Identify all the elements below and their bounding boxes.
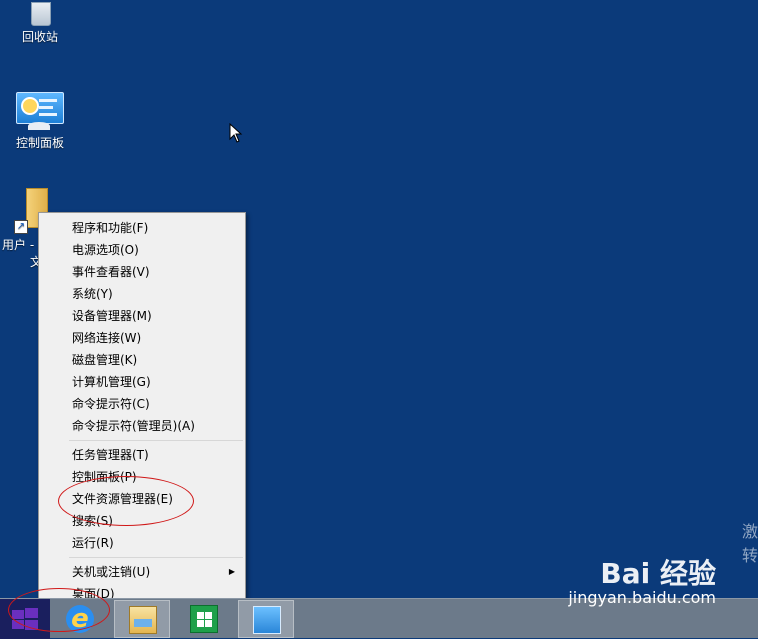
menu-item-run[interactable]: 运行(R) bbox=[39, 532, 245, 554]
menu-item-network-connections[interactable]: 网络连接(W) bbox=[39, 327, 245, 349]
control-panel-shortcut[interactable]: 控制面板 bbox=[0, 92, 80, 151]
menu-item-disk-management[interactable]: 磁盘管理(K) bbox=[39, 349, 245, 371]
taskbar-file-explorer[interactable] bbox=[114, 600, 170, 638]
menu-item-shutdown-label: 关机或注销(U) bbox=[72, 565, 151, 579]
taskbar-internet-explorer[interactable]: e bbox=[52, 600, 108, 638]
winx-context-menu: 程序和功能(F) 电源选项(O) 事件查看器(V) 系统(Y) 设备管理器(M)… bbox=[38, 212, 246, 605]
store-icon bbox=[190, 605, 218, 633]
menu-item-file-explorer[interactable]: 文件资源管理器(E) bbox=[39, 488, 245, 510]
menu-item-computer-management[interactable]: 计算机管理(G) bbox=[39, 371, 245, 393]
taskbar-store[interactable] bbox=[176, 600, 232, 638]
menu-item-event-viewer[interactable]: 事件查看器(V) bbox=[39, 261, 245, 283]
taskbar-control-panel[interactable] bbox=[238, 600, 294, 638]
recycle-bin-icon bbox=[27, 0, 53, 26]
submenu-arrow-icon: ▶ bbox=[228, 567, 235, 576]
edge-text-1: 激 bbox=[741, 522, 758, 541]
menu-separator bbox=[69, 557, 243, 558]
menu-item-device-manager[interactable]: 设备管理器(M) bbox=[39, 305, 245, 327]
menu-item-system[interactable]: 系统(Y) bbox=[39, 283, 245, 305]
shortcut-arrow-icon: ↗ bbox=[14, 220, 28, 234]
menu-item-search[interactable]: 搜索(S) bbox=[39, 510, 245, 532]
watermark-url: jingyan.baidu.com bbox=[568, 588, 716, 607]
control-panel-icon bbox=[253, 606, 281, 634]
edge-text-2: 转 bbox=[741, 546, 758, 565]
baidu-watermark: Bai 经验 jingyan.baidu.com bbox=[568, 552, 716, 607]
menu-item-shutdown-signout[interactable]: 关机或注销(U) ▶ bbox=[39, 561, 245, 583]
watermark-logo: Bai 经验 bbox=[600, 557, 716, 590]
file-explorer-icon bbox=[129, 606, 157, 634]
control-panel-icon bbox=[16, 92, 64, 132]
menu-item-power-options[interactable]: 电源选项(O) bbox=[39, 239, 245, 261]
start-button[interactable] bbox=[0, 599, 50, 639]
control-panel-label: 控制面板 bbox=[15, 136, 64, 150]
internet-explorer-icon: e bbox=[66, 605, 94, 633]
menu-item-programs-features[interactable]: 程序和功能(F) bbox=[39, 217, 245, 239]
menu-item-control-panel[interactable]: 控制面板(P) bbox=[39, 466, 245, 488]
windows-logo-icon bbox=[12, 608, 38, 630]
recycle-bin-label: 回收站 bbox=[21, 30, 58, 44]
menu-item-command-prompt-admin[interactable]: 命令提示符(管理员)(A) bbox=[39, 415, 245, 437]
menu-item-command-prompt[interactable]: 命令提示符(C) bbox=[39, 393, 245, 415]
menu-item-task-manager[interactable]: 任务管理器(T) bbox=[39, 444, 245, 466]
recycle-bin-shortcut[interactable]: 回收站 bbox=[0, 0, 80, 45]
menu-separator bbox=[69, 440, 243, 441]
